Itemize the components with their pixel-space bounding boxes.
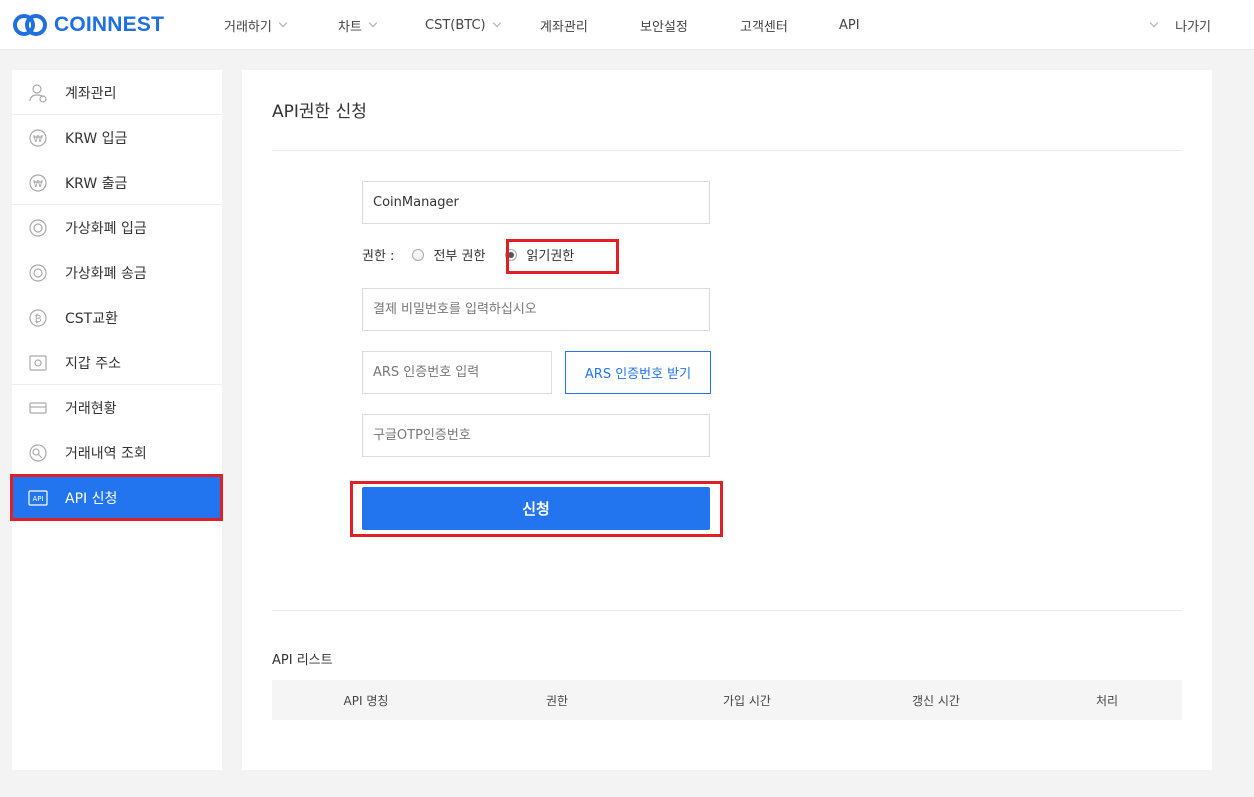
user-icon bbox=[28, 83, 48, 103]
sidebar-item-label: 지갑 주소 bbox=[65, 355, 121, 372]
sidebar: 계좌관리 ₩ KRW 입금 ₩ KRW 출금 가상화폐 입금 가상화폐 송금 ₿… bbox=[12, 70, 222, 770]
column-header: API 명칭 bbox=[343, 693, 389, 708]
won-coin-icon: ₩ bbox=[28, 173, 48, 193]
column-header: 처리 bbox=[1095, 693, 1119, 708]
nav-cst[interactable]: CST(BTC) bbox=[425, 0, 501, 50]
page-title: API권한 신청 bbox=[272, 102, 367, 122]
perm-all-radio[interactable] bbox=[412, 248, 425, 261]
bitcoin-icon: ₿ bbox=[28, 308, 48, 328]
api-list-header: API 명칭 권한 가입 시간 갱신 시간 처리 bbox=[272, 680, 1182, 720]
nav-trade[interactable]: 거래하기 bbox=[224, 0, 288, 50]
chevron-down-icon bbox=[368, 18, 378, 28]
api-list-title: API 리스트 bbox=[272, 653, 333, 668]
history-icon bbox=[28, 443, 48, 463]
coinnest-logo[interactable]: COINNEST bbox=[12, 12, 164, 38]
chevron-down-icon bbox=[1149, 18, 1159, 28]
sidebar-item-account[interactable]: 계좌관리 bbox=[12, 70, 222, 115]
sidebar-item-label: KRW 출금 bbox=[65, 175, 128, 192]
sidebar-item-trade-status[interactable]: 거래현황 bbox=[12, 385, 222, 430]
money-icon bbox=[28, 398, 48, 418]
chevron-down-icon bbox=[278, 18, 288, 28]
sidebar-item-label: 거래내역 조회 bbox=[65, 445, 147, 462]
brand-name: COINNEST bbox=[54, 13, 165, 36]
otp-input[interactable] bbox=[362, 414, 710, 457]
sidebar-item-label: 계좌관리 bbox=[65, 85, 117, 102]
sidebar-item-label: KRW 입금 bbox=[65, 130, 128, 147]
highlight-box-read-permission bbox=[506, 239, 619, 274]
sidebar-item-label: CST교환 bbox=[65, 310, 118, 327]
top-header: COINNEST 거래하기 차트 CST(BTC) 계좌관리 보안설정 고객센터… bbox=[0, 0, 1254, 50]
nav-support[interactable]: 고객센터 bbox=[740, 0, 788, 50]
nav-security[interactable]: 보안설정 bbox=[640, 0, 688, 50]
svg-text:₩: ₩ bbox=[33, 179, 43, 190]
ars-code-input[interactable] bbox=[362, 351, 552, 394]
coin-icon bbox=[28, 218, 48, 238]
logout-label: 나가기 bbox=[1175, 19, 1211, 35]
sidebar-item-cst-exchange[interactable]: ₿ CST교환 bbox=[12, 295, 222, 340]
api-name-input[interactable] bbox=[362, 181, 710, 224]
main-panel: API권한 신청 권한 : 전부 권한 읽기권한 ARS 인증번호 받기 신청 … bbox=[242, 70, 1212, 770]
nav-api-label: API bbox=[839, 17, 860, 33]
nav-api[interactable]: API bbox=[839, 0, 860, 50]
nav-support-label: 고객센터 bbox=[740, 19, 788, 35]
sidebar-item-label: 가상화폐 송금 bbox=[65, 265, 147, 282]
sidebar-item-krw-withdraw[interactable]: ₩ KRW 출금 bbox=[12, 160, 222, 205]
sidebar-item-crypto-deposit[interactable]: 가상화폐 입금 bbox=[12, 205, 222, 250]
permission-label: 권한 : bbox=[362, 249, 395, 264]
perm-all-label[interactable]: 전부 권한 bbox=[433, 245, 485, 264]
nav-security-label: 보안설정 bbox=[640, 19, 688, 35]
coin-icon bbox=[28, 263, 48, 283]
sidebar-item-trade-history[interactable]: 거래내역 조회 bbox=[12, 430, 222, 475]
highlight-box-submit bbox=[350, 481, 723, 537]
ars-request-button[interactable]: ARS 인증번호 받기 bbox=[565, 351, 711, 394]
logout-link[interactable]: 나가기 bbox=[1149, 0, 1211, 50]
sidebar-item-wallet-address[interactable]: 지갑 주소 bbox=[12, 340, 222, 385]
sidebar-item-crypto-send[interactable]: 가상화폐 송금 bbox=[12, 250, 222, 295]
sidebar-item-krw-deposit[interactable]: ₩ KRW 입금 bbox=[12, 115, 222, 160]
svg-text:₩: ₩ bbox=[33, 134, 43, 145]
highlight-box-api-request bbox=[10, 474, 223, 521]
coinnest-logo-icon bbox=[13, 14, 47, 36]
column-header: 가입 시간 bbox=[723, 693, 771, 708]
won-coin-icon: ₩ bbox=[28, 128, 48, 148]
title-divider bbox=[272, 150, 1182, 151]
column-header: 갱신 시간 bbox=[912, 693, 960, 708]
nav-account[interactable]: 계좌관리 bbox=[540, 0, 588, 50]
payment-password-input[interactable] bbox=[362, 288, 710, 331]
nav-account-label: 계좌관리 bbox=[540, 19, 588, 35]
nav-chart[interactable]: 차트 bbox=[338, 0, 378, 50]
chevron-down-icon bbox=[492, 18, 501, 28]
svg-text:₿: ₿ bbox=[34, 313, 41, 325]
section-divider bbox=[272, 610, 1182, 611]
nav-cst-label: CST(BTC) bbox=[425, 17, 486, 33]
wallet-icon bbox=[28, 353, 48, 373]
sidebar-item-label: 거래현황 bbox=[65, 400, 117, 417]
nav-trade-label: 거래하기 bbox=[224, 19, 272, 35]
nav-chart-label: 차트 bbox=[338, 19, 362, 35]
sidebar-item-label: 가상화폐 입금 bbox=[65, 220, 147, 237]
column-header: 권한 bbox=[545, 693, 569, 708]
